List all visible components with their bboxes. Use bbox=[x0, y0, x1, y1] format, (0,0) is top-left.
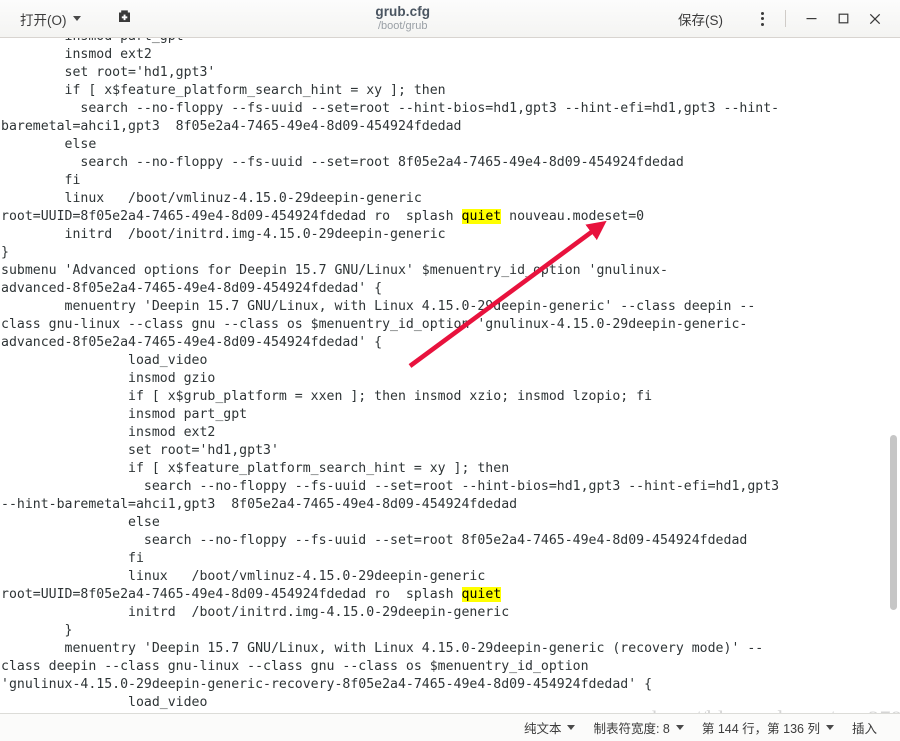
code-line: search --no-floppy --fs-uuid --set=root … bbox=[1, 101, 780, 116]
code-line: root=UUID=8f05e2a4-7465-49e4-8d09-454924… bbox=[1, 209, 645, 224]
maximize-button[interactable] bbox=[828, 5, 858, 33]
code-line: search --no-floppy --fs-uuid --set=root … bbox=[1, 155, 684, 170]
kebab-dot bbox=[760, 17, 764, 20]
code-line: insmod part_gpt bbox=[1, 38, 891, 46]
code-line: search --no-floppy --fs-uuid --set=root … bbox=[1, 479, 780, 494]
code-line: initrd /boot/initrd.img-4.15.0-29deepin-… bbox=[1, 605, 510, 620]
save-button[interactable]: 保存(S) bbox=[668, 4, 733, 34]
code-line: if [ x$feature_platform_search_hint = xy… bbox=[1, 83, 446, 98]
titlebar-right-group: 保存(S) bbox=[668, 4, 900, 34]
chevron-down-icon bbox=[72, 16, 81, 21]
scrollbar-thumb[interactable] bbox=[890, 435, 897, 610]
close-button[interactable] bbox=[860, 5, 890, 33]
code-line: search --no-floppy --fs-uuid --set=root … bbox=[1, 533, 748, 548]
code-line: else bbox=[1, 515, 160, 530]
code-line: submenu 'Advanced options for Deepin 15.… bbox=[1, 263, 668, 278]
new-document-button[interactable] bbox=[111, 4, 138, 34]
code-line: advanced-8f05e2a4-7465-49e4-8d09-454924f… bbox=[1, 335, 383, 350]
code-line: if [ x$grub_platform = xxen ]; then insm… bbox=[1, 389, 653, 404]
code-line: insmod ext2 bbox=[1, 47, 152, 62]
code-line: advanced-8f05e2a4-7465-49e4-8d09-454924f… bbox=[1, 281, 383, 296]
code-line: fi bbox=[1, 551, 144, 566]
code-line: insmod ext2 bbox=[1, 425, 216, 440]
maximize-icon bbox=[838, 13, 848, 24]
vertical-scrollbar[interactable] bbox=[887, 38, 900, 713]
tab-width-label: 制表符宽度: 8 bbox=[593, 722, 670, 736]
highlighted-token: quiet bbox=[461, 587, 502, 602]
code-line: if [ x$feature_platform_search_hint = xy… bbox=[1, 461, 510, 476]
title-bar: 打开(O) grub.cfg /boot/grub 保存(S) bbox=[0, 0, 900, 38]
minimize-button[interactable] bbox=[796, 5, 826, 33]
code-line: linux /boot/vmlinuz-4.15.0-29deepin-gene… bbox=[1, 569, 486, 584]
code-line: class deepin --class gnu-linux --class g… bbox=[1, 659, 589, 674]
code-line: load_video bbox=[1, 695, 208, 710]
cursor-position-selector[interactable]: 第 144 行，第 136 列 bbox=[693, 715, 843, 740]
kebab-menu-icon[interactable] bbox=[749, 6, 775, 32]
code-line: root=UUID=8f05e2a4-7465-49e4-8d09-454924… bbox=[1, 587, 502, 602]
open-file-button[interactable]: 打开(O) bbox=[14, 5, 87, 33]
chevron-down-icon bbox=[825, 725, 834, 730]
open-file-label: 打开(O) bbox=[20, 12, 67, 28]
status-bar: 纯文本 制表符宽度: 8 第 144 行，第 136 列 插入 bbox=[0, 713, 900, 741]
page-title: grub.cfg bbox=[375, 4, 431, 20]
kebab-dot bbox=[760, 22, 764, 26]
code-line: insmod part_gpt bbox=[1, 407, 248, 422]
code-line: class gnu-linux --class gnu --class os $… bbox=[1, 317, 748, 332]
code-line: else bbox=[1, 137, 97, 152]
highlighted-token: quiet bbox=[461, 209, 502, 224]
chevron-down-icon bbox=[567, 725, 576, 730]
code-line: linux /boot/vmlinuz-4.15.0-29deepin-gene… bbox=[1, 191, 422, 206]
text-editor-area[interactable]: insmod part_gpt insmod ext2 set root='hd… bbox=[0, 38, 900, 713]
code-line: insmod gzio bbox=[1, 371, 216, 386]
code-line: load_video bbox=[1, 353, 208, 368]
code-line: set root='hd1,gpt3' bbox=[1, 65, 216, 80]
tab-width-selector[interactable]: 制表符宽度: 8 bbox=[584, 715, 692, 740]
new-document-icon bbox=[116, 8, 133, 30]
titlebar-divider bbox=[785, 10, 786, 27]
insert-mode-label: 插入 bbox=[851, 722, 877, 736]
titlebar-left-group: 打开(O) bbox=[0, 4, 138, 34]
code-line: } bbox=[1, 623, 73, 638]
file-type-selector[interactable]: 纯文本 bbox=[515, 715, 585, 740]
chevron-down-icon bbox=[675, 725, 684, 730]
code-line: fi bbox=[1, 173, 81, 188]
code-line: --hint-baremetal=ahci1,gpt3 8f05e2a4-746… bbox=[1, 497, 518, 512]
code-line: initrd /boot/initrd.img-4.15.0-29deepin-… bbox=[1, 227, 446, 242]
code-line: menuentry 'Deepin 15.7 GNU/Linux, with L… bbox=[1, 299, 756, 314]
code-line: 'gnulinux-4.15.0-29deepin-generic-recove… bbox=[1, 677, 653, 692]
code-line: set root='hd1,gpt3' bbox=[1, 443, 279, 458]
cursor-position-label: 第 144 行，第 136 列 bbox=[701, 722, 820, 736]
code-line: menuentry 'Deepin 15.7 GNU/Linux, with L… bbox=[1, 641, 764, 656]
file-type-label: 纯文本 bbox=[523, 722, 562, 736]
close-icon bbox=[869, 13, 881, 24]
code-line: } bbox=[1, 245, 9, 260]
kebab-dot bbox=[760, 11, 764, 15]
document-path: /boot/grub bbox=[377, 19, 428, 32]
document-title-group: grub.cfg /boot/grub bbox=[138, 5, 669, 32]
code-line: baremetal=ahci1,gpt3 8f05e2a4-7465-49e4-… bbox=[1, 119, 462, 134]
minimize-icon bbox=[806, 18, 816, 20]
source-code-content[interactable]: insmod part_gpt insmod ext2 set root='hd… bbox=[0, 38, 891, 712]
